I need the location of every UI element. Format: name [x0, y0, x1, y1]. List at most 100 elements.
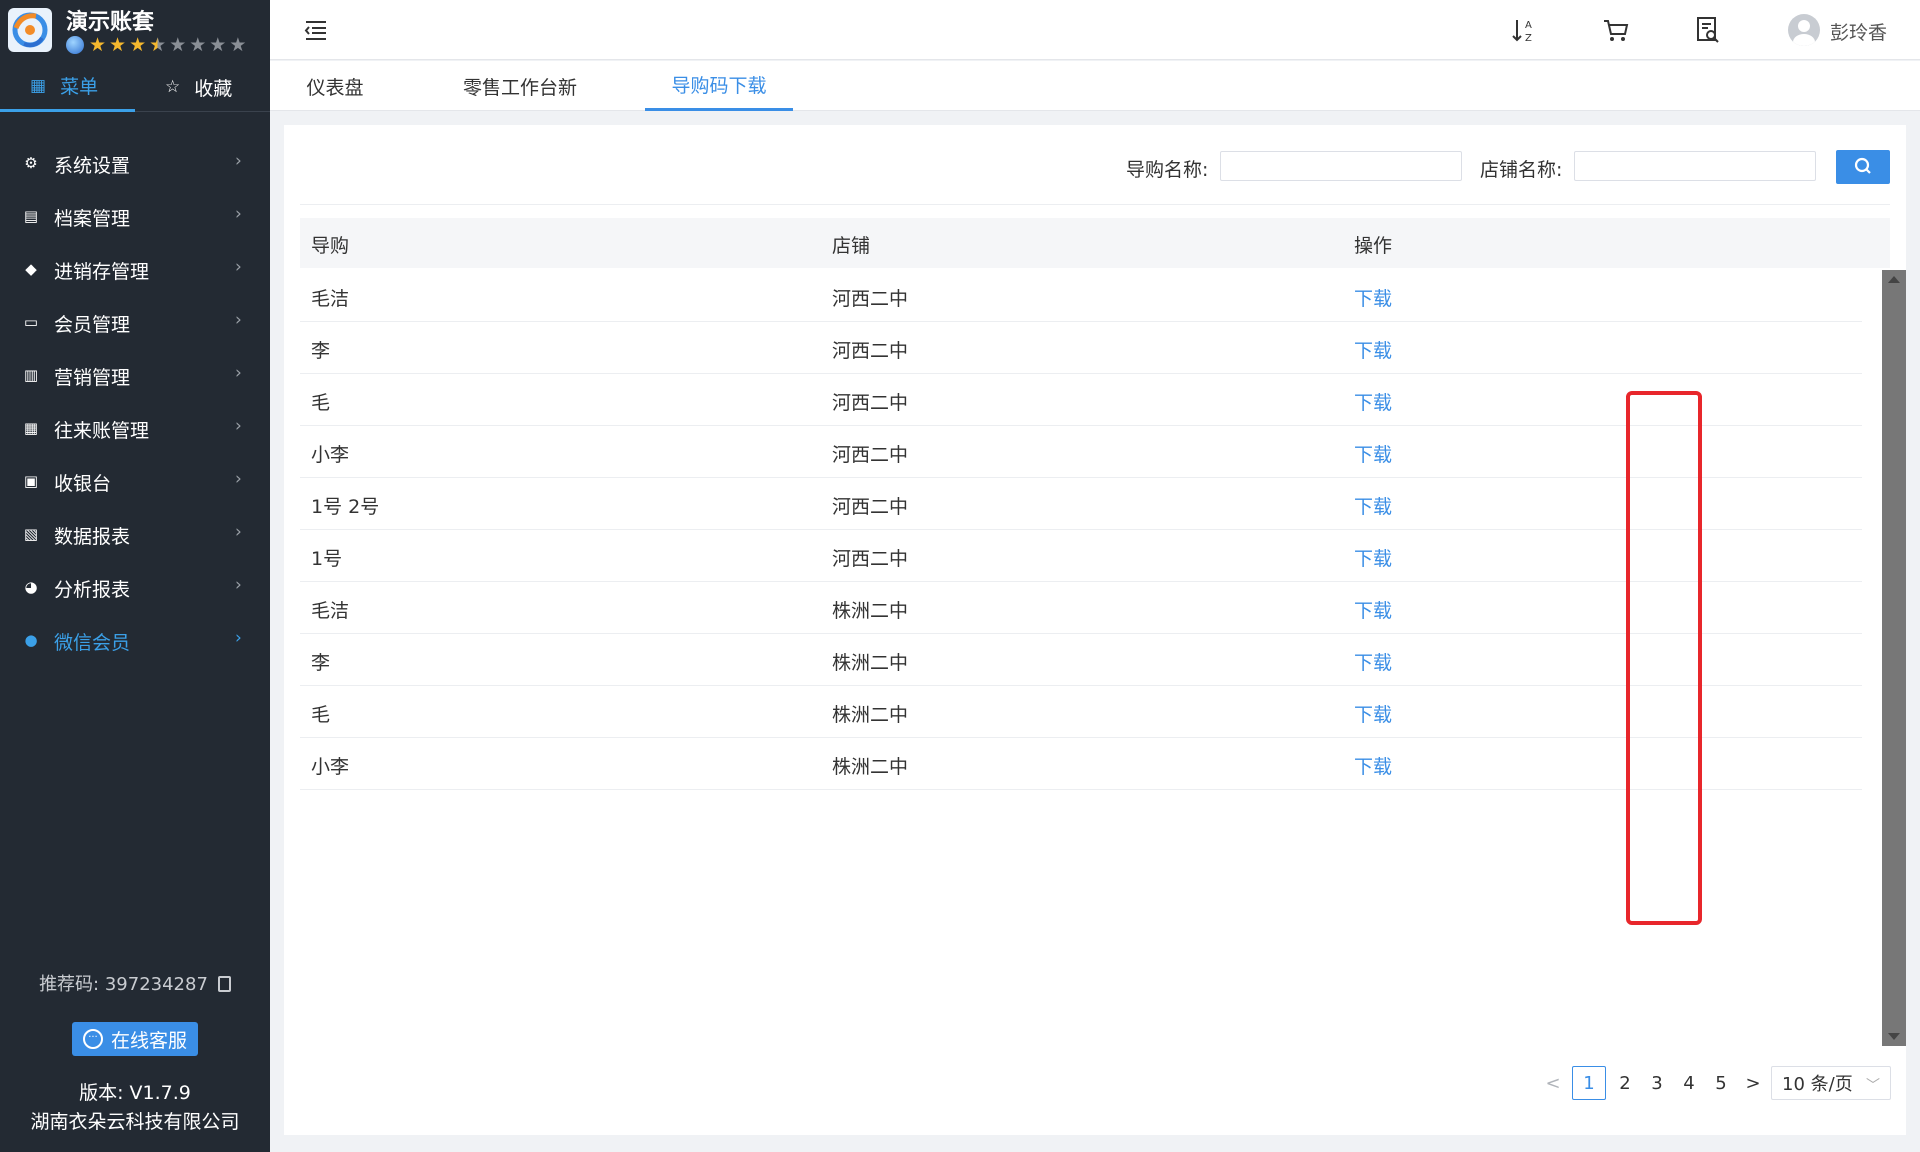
guide-name-label: 导购名称: [1126, 159, 1209, 181]
sidebar-item-label: 进销存管理 [54, 261, 150, 283]
guide-cell: 1号 2号 [311, 496, 380, 518]
half-star-icon: ★ [149, 34, 167, 56]
document-search-icon[interactable] [1694, 16, 1722, 44]
store-cell: 株洲二中 [832, 756, 909, 778]
download-link[interactable]: 下载 [1354, 544, 1392, 571]
report-icon: ▧ [23, 525, 39, 543]
download-link[interactable]: 下载 [1354, 284, 1392, 311]
sidebar-item-system-settings[interactable]: ⚙ 系统设置 › [0, 140, 270, 186]
sidebar-item-label: 会员管理 [54, 314, 131, 336]
chart-monitor-icon: ▣ [23, 472, 39, 490]
guide-name-input[interactable] [1220, 151, 1462, 181]
download-link[interactable]: 下载 [1354, 336, 1392, 363]
guide-cell: 毛 [311, 704, 331, 726]
rating-stars: ★ ★ ★ ★ ★ ★ ★ ★ [66, 34, 246, 56]
guide-cell: 毛洁 [311, 600, 350, 622]
search-icon [1854, 157, 1871, 174]
sidebar-item-label: 系统设置 [54, 155, 131, 177]
store-name-input[interactable] [1574, 151, 1816, 181]
sidebar-item-data-reports[interactable]: ▧ 数据报表 › [0, 511, 270, 557]
table-row: 毛 河西二中 下载 [300, 374, 1862, 426]
sidebar-item-marketing[interactable]: ▥ 营销管理 › [0, 352, 270, 398]
table-row: 1号 2号 河西二中 下载 [300, 478, 1862, 530]
table-row: 李 河西二中 下载 [300, 322, 1862, 374]
table-scrollbar[interactable] [1882, 270, 1906, 1046]
menu-collapse-icon[interactable] [304, 18, 328, 42]
page-button[interactable]: 2 [1610, 1066, 1640, 1100]
tab-dashboard[interactable]: 仪表盘 [270, 61, 400, 111]
tab-guide-code-download[interactable]: 导购码下载 [645, 61, 793, 111]
store-cell: 河西二中 [832, 444, 909, 466]
page-button[interactable]: 3 [1642, 1066, 1672, 1100]
sidebar-item-accounts[interactable]: ▦ 往来账管理 › [0, 405, 270, 451]
sidebar-item-members[interactable]: ▭ 会员管理 › [0, 299, 270, 345]
chevron-right-icon: › [235, 310, 242, 330]
app-name: 演示账套 [66, 10, 155, 35]
online-support-label: 在线客服 [110, 1029, 187, 1052]
download-link[interactable]: 下载 [1354, 648, 1392, 675]
download-link[interactable]: 下载 [1354, 596, 1392, 623]
online-support-button[interactable]: ··· 在线客服 [72, 1022, 198, 1056]
store-name-label: 店铺名称: [1480, 159, 1563, 181]
store-cell: 河西二中 [832, 548, 909, 570]
cart-icon[interactable] [1602, 16, 1630, 44]
chevron-right-icon: › [235, 257, 242, 277]
store-cell: 株洲二中 [832, 704, 909, 726]
version-text: 版本: V1.7.9 [79, 1082, 191, 1104]
copy-icon[interactable] [217, 976, 231, 992]
next-page-button[interactable]: > [1738, 1066, 1768, 1100]
sidebar-tabs: ▦ 菜单 ☆ 收藏 [0, 62, 270, 112]
star-icon: ★ [169, 34, 187, 56]
scroll-up-icon[interactable] [1888, 276, 1900, 283]
prev-page-button[interactable]: < [1540, 1066, 1566, 1100]
star-icon: ★ [209, 34, 227, 56]
sidebar-item-label: 收银台 [54, 473, 112, 495]
chevron-right-icon: › [235, 416, 242, 436]
download-link[interactable]: 下载 [1354, 492, 1392, 519]
sort-az-icon[interactable]: A Z [1510, 16, 1538, 44]
sidebar-item-cashier[interactable]: ▣ 收银台 › [0, 458, 270, 504]
scroll-down-icon[interactable] [1888, 1033, 1900, 1040]
guide-cell: 小李 [311, 756, 350, 778]
box-icon: ◆ [25, 260, 37, 278]
tab-menu[interactable]: ▦ 菜单 [0, 62, 135, 112]
referral-code: 推荐码: 397234287 [0, 970, 270, 996]
page-button[interactable]: 1 [1572, 1066, 1606, 1100]
guide-cell: 小李 [311, 444, 350, 466]
chevron-right-icon: › [235, 363, 242, 383]
page-tabs: 仪表盘 零售工作台新 导购码下载 [270, 61, 1920, 111]
column-header-store: 店铺 [832, 235, 871, 257]
download-link[interactable]: 下载 [1354, 388, 1392, 415]
top-header: A Z 彭玲香 [270, 0, 1920, 60]
diamond-icon [66, 36, 84, 54]
download-link[interactable]: 下载 [1354, 440, 1392, 467]
tab-favorites[interactable]: ☆ 收藏 [135, 62, 270, 112]
archive-icon: ▤ [23, 207, 39, 225]
divider [300, 204, 1890, 205]
table-row: 毛洁 河西二中 下载 [300, 270, 1862, 322]
chevron-right-icon: › [235, 469, 242, 489]
tab-retail-workbench[interactable]: 零售工作台新 [420, 61, 620, 111]
page-button[interactable]: 4 [1674, 1066, 1704, 1100]
sidebar-item-inventory[interactable]: ◆ 进销存管理 › [0, 246, 270, 292]
sidebar-item-analysis-reports[interactable]: ◕ 分析报表 › [0, 564, 270, 610]
page-size-select[interactable]: 10 条/页 ﹀ [1771, 1066, 1891, 1100]
sidebar-item-label: 数据报表 [54, 526, 131, 548]
sidebar-item-wechat-members[interactable]: ● 微信会员 › [0, 617, 270, 663]
company-name: 湖南衣朵云科技有限公司 [30, 1111, 240, 1133]
chevron-down-icon: ﹀ [1866, 1078, 1880, 1094]
tab-favorites-label: 收藏 [194, 77, 233, 100]
page-button[interactable]: 5 [1706, 1066, 1736, 1100]
star-icon: ★ [109, 34, 127, 56]
search-button[interactable] [1836, 150, 1890, 184]
store-cell: 河西二中 [832, 392, 909, 414]
avatar[interactable] [1788, 14, 1820, 46]
download-link[interactable]: 下载 [1354, 752, 1392, 779]
store-cell: 河西二中 [832, 288, 909, 310]
sidebar-item-archive[interactable]: ▤ 档案管理 › [0, 193, 270, 239]
user-name[interactable]: 彭玲香 [1830, 18, 1887, 45]
store-cell: 河西二中 [832, 496, 909, 518]
calendar-icon: ▦ [23, 419, 39, 437]
download-link[interactable]: 下载 [1354, 700, 1392, 727]
column-header-action: 操作 [1354, 235, 1393, 257]
